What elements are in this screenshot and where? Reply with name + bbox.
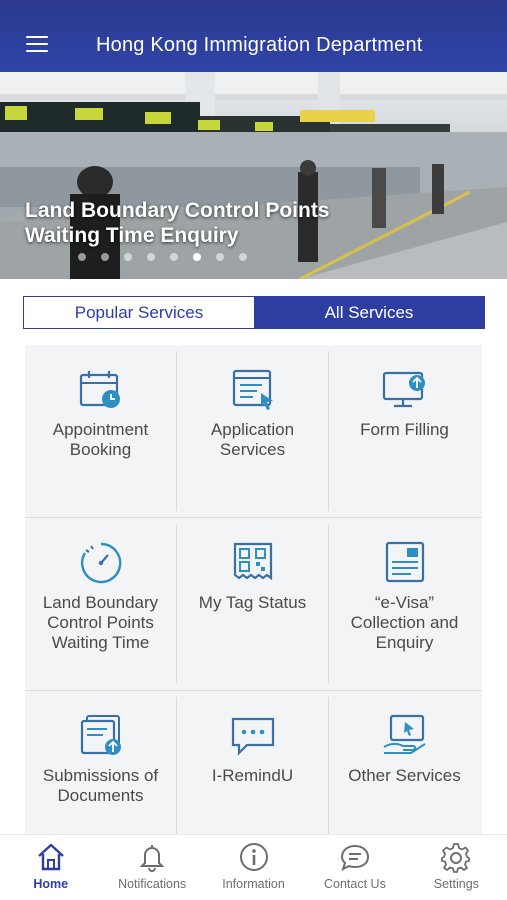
- banner-caption-line2: Waiting Time Enquiry: [25, 224, 239, 247]
- carousel-dot[interactable]: [170, 253, 178, 261]
- nav-information[interactable]: Information: [203, 835, 304, 900]
- service-evisa[interactable]: “e-Visa” Collection and Enquiry: [329, 518, 480, 688]
- banner-caption: Land Boundary Control Points Waiting Tim…: [25, 198, 330, 248]
- hand-screen-icon: [383, 714, 426, 754]
- service-label: Other Services: [348, 766, 461, 785]
- page-title: Hong Kong Immigration Department: [96, 34, 423, 56]
- bell-icon: [139, 845, 165, 872]
- nav-notifications-label: Notifications: [118, 877, 187, 891]
- hamburger-menu-icon[interactable]: [26, 36, 52, 56]
- home-icon: [37, 843, 64, 871]
- chat-bubble-icon: [231, 717, 274, 756]
- service-label: Form Filling: [360, 420, 449, 439]
- banner-carousel[interactable]: Land Boundary Control Points Waiting Tim…: [0, 72, 507, 279]
- service-waiting-time[interactable]: Land Boundary Control Points Waiting Time: [25, 518, 176, 688]
- service-label: “e-Visa” Collection and Enquiry: [350, 593, 459, 652]
- bottom-navigation: Home Notifications Information Contact U…: [0, 834, 507, 900]
- service-tabs: Popular Services All Services: [23, 296, 485, 329]
- tab-all-services[interactable]: All Services: [254, 297, 484, 328]
- nav-notifications[interactable]: Notifications: [101, 835, 202, 900]
- evisa-document-icon: [385, 541, 424, 583]
- documents-upload-icon: [80, 715, 121, 755]
- carousel-dot[interactable]: [193, 253, 201, 261]
- service-label: Land Boundary Control Points Waiting Time: [42, 593, 159, 652]
- service-label: Application Services: [210, 420, 295, 459]
- service-label: Submissions of Documents: [42, 766, 159, 805]
- services-grid: Appointment Booking Application Services F…: [25, 345, 482, 835]
- browser-cursor-icon: [232, 369, 273, 410]
- carousel-pagination[interactable]: [78, 253, 247, 261]
- service-label: Appointment Booking: [52, 420, 149, 459]
- tab-popular-services[interactable]: Popular Services: [24, 297, 254, 328]
- gear-icon: [441, 843, 471, 873]
- nav-settings[interactable]: Settings: [406, 835, 507, 900]
- service-label: My Tag Status: [198, 593, 307, 612]
- carousel-dot[interactable]: [101, 253, 109, 261]
- service-application-services[interactable]: Application Services: [177, 345, 328, 515]
- carousel-dot[interactable]: [124, 253, 132, 261]
- chat-icon: [340, 844, 369, 871]
- info-icon: [239, 843, 268, 871]
- carousel-dot[interactable]: [239, 253, 247, 261]
- carousel-dot[interactable]: [216, 253, 224, 261]
- stopwatch-icon: [80, 542, 121, 584]
- calendar-clock-icon: [79, 371, 120, 408]
- nav-home-label: Home: [33, 877, 69, 891]
- monitor-upload-icon: [382, 371, 425, 408]
- nav-settings-label: Settings: [433, 877, 479, 891]
- nav-contact-us[interactable]: Contact Us: [304, 835, 405, 900]
- service-label: I-RemindU: [211, 766, 294, 785]
- service-my-tag-status[interactable]: My Tag Status: [177, 518, 328, 688]
- service-form-filling[interactable]: Form Filling: [329, 345, 480, 515]
- app-header: Hong Kong Immigration Department: [0, 0, 507, 72]
- carousel-dot[interactable]: [147, 253, 155, 261]
- carousel-dot[interactable]: [78, 253, 86, 261]
- nav-contact-us-label: Contact Us: [324, 877, 386, 891]
- nav-information-label: Information: [222, 877, 285, 891]
- qr-tag-icon: [233, 542, 272, 581]
- banner-caption-line1: Land Boundary Control Points: [25, 199, 330, 222]
- nav-home[interactable]: Home: [0, 835, 101, 900]
- service-appointment-booking[interactable]: Appointment Booking: [25, 345, 176, 515]
